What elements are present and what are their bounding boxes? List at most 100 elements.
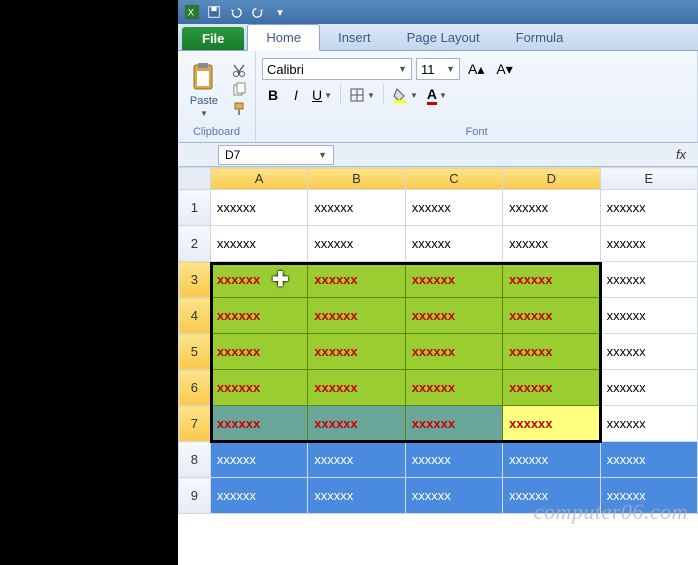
fx-label[interactable]: fx [670, 147, 692, 162]
cell[interactable]: xxxxxx [308, 478, 405, 514]
borders-button[interactable]: ▼ [345, 84, 379, 106]
tab-home[interactable]: Home [247, 24, 320, 51]
row-header-6[interactable]: 6 [179, 370, 211, 406]
bold-button[interactable]: B [262, 84, 284, 106]
row-header-5[interactable]: 5 [179, 334, 211, 370]
cell[interactable]: xxxxxx [405, 442, 502, 478]
qat-dropdown-icon[interactable]: ▾ [270, 3, 290, 21]
tab-insert[interactable]: Insert [320, 25, 389, 50]
chevron-down-icon: ▼ [318, 150, 327, 160]
chevron-down-icon: ▼ [410, 91, 418, 100]
cell[interactable]: xxxxxx [308, 226, 405, 262]
tab-formulas[interactable]: Formula [498, 25, 582, 50]
cell[interactable]: xxxxxx [405, 226, 502, 262]
font-name-combo[interactable]: Calibri ▼ [262, 58, 412, 80]
cell[interactable]: xxxxxx [210, 370, 307, 406]
cell[interactable]: xxxxxx [308, 442, 405, 478]
cell[interactable]: xxxxxx [210, 442, 307, 478]
font-size-combo[interactable]: 11 ▼ [416, 58, 460, 80]
undo-icon[interactable] [226, 3, 246, 21]
cell[interactable]: xxxxxx [210, 226, 307, 262]
decrease-font-button[interactable]: A▾ [492, 58, 516, 80]
font-size-value: 11 [421, 62, 435, 77]
formula-bar: D7 ▼ fx [178, 143, 698, 167]
cell[interactable]: xxxxxx [405, 298, 502, 334]
copy-button[interactable] [229, 81, 249, 99]
cell[interactable]: xxxxxx [600, 370, 697, 406]
paste-label: Paste [190, 95, 218, 107]
cell[interactable]: xxxxxx [308, 190, 405, 226]
cell[interactable]: xxxxxx [210, 406, 307, 442]
cut-button[interactable] [229, 62, 249, 80]
tab-file[interactable]: File [182, 27, 244, 50]
row-header-8[interactable]: 8 [179, 442, 211, 478]
cell[interactable]: xxxxxx [503, 478, 600, 514]
column-header-C[interactable]: C [405, 168, 502, 190]
cell[interactable]: xxxxxx [308, 406, 405, 442]
cell[interactable]: xxxxxx [503, 370, 600, 406]
tab-page-layout[interactable]: Page Layout [389, 25, 498, 50]
separator [340, 84, 341, 104]
row-header-2[interactable]: 2 [179, 226, 211, 262]
cell[interactable]: xxxxxx [405, 478, 502, 514]
cell[interactable]: xxxxxx [210, 478, 307, 514]
italic-button[interactable]: I [285, 84, 307, 106]
column-header-A[interactable]: A [210, 168, 307, 190]
cell[interactable]: xxxxxx [600, 226, 697, 262]
column-header-D[interactable]: D [503, 168, 600, 190]
cell[interactable]: xxxxxx [503, 226, 600, 262]
cell[interactable]: xxxxxx [405, 334, 502, 370]
row-header-4[interactable]: 4 [179, 298, 211, 334]
cell[interactable]: xxxxxx [210, 262, 307, 298]
cell[interactable]: xxxxxx [210, 190, 307, 226]
cell[interactable]: xxxxxx [405, 262, 502, 298]
cell[interactable]: xxxxxx [503, 334, 600, 370]
cell[interactable]: xxxxxx [503, 298, 600, 334]
cell[interactable]: xxxxxx [405, 190, 502, 226]
cell[interactable]: xxxxxx [308, 262, 405, 298]
cell[interactable]: xxxxxx [210, 334, 307, 370]
excel-icon[interactable]: X [182, 3, 202, 21]
row-header-1[interactable]: 1 [179, 190, 211, 226]
spreadsheet-grid[interactable]: A B C D E 1 xxxxxx xxxxxx xxxxxx xxxxxx … [178, 167, 698, 514]
cell[interactable]: xxxxxx [405, 406, 502, 442]
row-header-7[interactable]: 7 [179, 406, 211, 442]
row-header-3[interactable]: 3 [179, 262, 211, 298]
underline-button[interactable]: U▼ [308, 84, 336, 106]
ribbon-tabs: File Home Insert Page Layout Formula [178, 24, 698, 51]
copy-icon [231, 82, 247, 98]
decrease-font-icon: A▾ [496, 61, 512, 78]
cell-active[interactable]: xxxxxx [503, 406, 600, 442]
cell[interactable]: xxxxxx [600, 190, 697, 226]
column-header-E[interactable]: E [600, 168, 697, 190]
cell[interactable]: xxxxxx [600, 334, 697, 370]
cell[interactable]: xxxxxx [600, 298, 697, 334]
cell[interactable]: xxxxxx [600, 478, 697, 514]
cell[interactable]: xxxxxx [308, 334, 405, 370]
cell[interactable]: xxxxxx [308, 298, 405, 334]
name-box[interactable]: D7 ▼ [218, 145, 334, 165]
chevron-down-icon: ▼ [324, 91, 332, 100]
font-color-button[interactable]: A▼ [423, 84, 451, 106]
cell[interactable]: xxxxxx [600, 406, 697, 442]
format-painter-button[interactable] [229, 100, 249, 118]
save-icon[interactable] [204, 3, 224, 21]
cell[interactable]: xxxxxx [503, 190, 600, 226]
select-all-corner[interactable] [179, 168, 211, 190]
cell[interactable]: xxxxxx [405, 370, 502, 406]
cell[interactable]: xxxxxx [600, 442, 697, 478]
redo-icon[interactable] [248, 3, 268, 21]
brush-icon [231, 101, 247, 117]
clipboard-group: Paste ▼ Clipboard [178, 51, 256, 142]
column-header-B[interactable]: B [308, 168, 405, 190]
cell[interactable]: xxxxxx [503, 262, 600, 298]
increase-font-button[interactable]: A▴ [464, 58, 488, 80]
font-color-icon: A [427, 86, 437, 105]
cell[interactable]: xxxxxx [600, 262, 697, 298]
cell[interactable]: xxxxxx [308, 370, 405, 406]
row-header-9[interactable]: 9 [179, 478, 211, 514]
fill-color-button[interactable]: ▼ [388, 84, 422, 106]
cell[interactable]: xxxxxx [503, 442, 600, 478]
cell[interactable]: xxxxxx [210, 298, 307, 334]
paste-button[interactable]: Paste ▼ [184, 59, 224, 120]
